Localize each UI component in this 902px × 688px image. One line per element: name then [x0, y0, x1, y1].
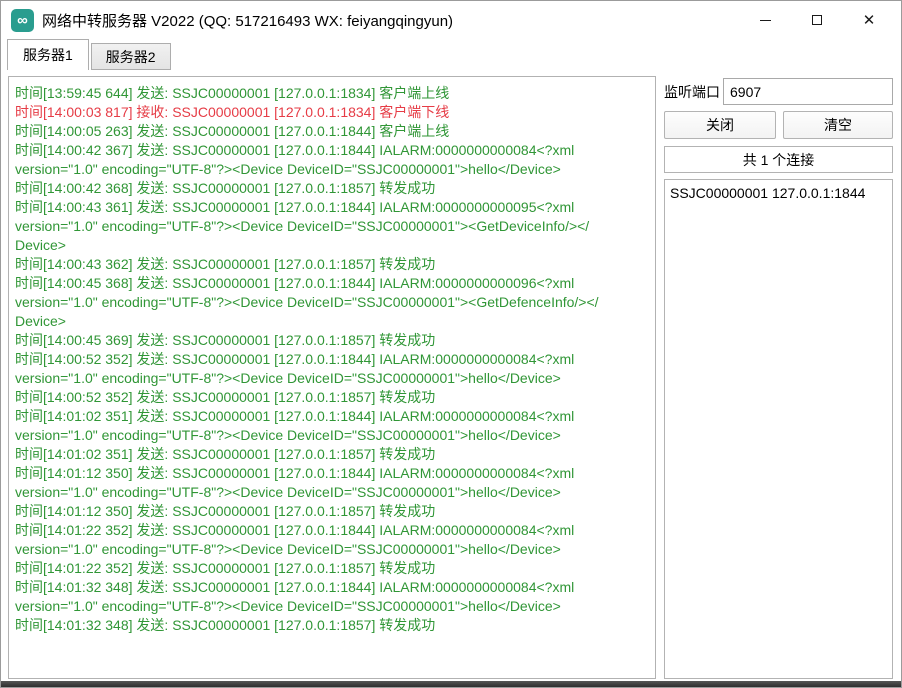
minimize-button[interactable]: [739, 1, 791, 39]
log-line: 时间[14:01:32 348] 发送: SSJC00000001 [127.0…: [15, 616, 649, 635]
window-bottom-border: [1, 681, 901, 687]
log-line: 时间[14:00:52 352] 发送: SSJC00000001 [127.0…: [15, 350, 649, 369]
log-line: 时间[14:01:22 352] 发送: SSJC00000001 [127.0…: [15, 521, 649, 540]
log-line: version="1.0" encoding="UTF-8"?><Device …: [15, 293, 649, 312]
listen-port-input[interactable]: [723, 78, 893, 105]
log-line: version="1.0" encoding="UTF-8"?><Device …: [15, 160, 649, 179]
log-line: 时间[14:01:02 351] 发送: SSJC00000001 [127.0…: [15, 445, 649, 464]
tab-bar: 服务器1服务器2: [7, 39, 173, 70]
maximize-button[interactable]: [791, 1, 843, 39]
maximize-icon: [812, 15, 822, 25]
window-title: 网络中转服务器 V2022 (QQ: 517216493 WX: feiyang…: [42, 10, 453, 31]
log-line: 时间[14:00:43 362] 发送: SSJC00000001 [127.0…: [15, 255, 649, 274]
connection-count-label: 共 1 个连接: [664, 146, 893, 173]
log-line: 时间[14:00:52 352] 发送: SSJC00000001 [127.0…: [15, 388, 649, 407]
connection-list[interactable]: SSJC00000001 127.0.0.1:1844: [664, 179, 893, 679]
log-line: version="1.0" encoding="UTF-8"?><Device …: [15, 369, 649, 388]
titlebar: ∞ 网络中转服务器 V2022 (QQ: 517216493 WX: feiya…: [1, 1, 901, 39]
connection-list-item[interactable]: SSJC00000001 127.0.0.1:1844: [670, 183, 887, 203]
close-server-button[interactable]: 关闭: [664, 111, 776, 139]
log-line: 时间[14:00:05 263] 发送: SSJC00000001 [127.0…: [15, 122, 649, 141]
app-window: ∞ 网络中转服务器 V2022 (QQ: 517216493 WX: feiya…: [0, 0, 902, 688]
tab-server-2[interactable]: 服务器2: [91, 43, 171, 70]
close-icon: ✕: [863, 11, 876, 29]
log-line: 时间[14:00:42 368] 发送: SSJC00000001 [127.0…: [15, 179, 649, 198]
close-window-button[interactable]: ✕: [843, 1, 895, 39]
log-line: 时间[14:01:02 351] 发送: SSJC00000001 [127.0…: [15, 407, 649, 426]
listen-port-label: 监听端口: [664, 78, 722, 105]
log-line: Device>: [15, 236, 649, 255]
log-line: 时间[13:59:45 644] 发送: SSJC00000001 [127.0…: [15, 84, 649, 103]
log-line: 时间[14:01:22 352] 发送: SSJC00000001 [127.0…: [15, 559, 649, 578]
log-line: version="1.0" encoding="UTF-8"?><Device …: [15, 540, 649, 559]
minimize-icon: [760, 20, 771, 21]
tab-server-1[interactable]: 服务器1: [7, 39, 89, 70]
log-line: version="1.0" encoding="UTF-8"?><Device …: [15, 217, 649, 236]
log-line: 时间[14:00:42 367] 发送: SSJC00000001 [127.0…: [15, 141, 649, 160]
log-line: version="1.0" encoding="UTF-8"?><Device …: [15, 597, 649, 616]
log-line: 时间[14:00:03 817] 接收: SSJC00000001 [127.0…: [15, 103, 649, 122]
window-controls: ✕: [739, 1, 895, 39]
log-line: 时间[14:01:12 350] 发送: SSJC00000001 [127.0…: [15, 502, 649, 521]
log-line: version="1.0" encoding="UTF-8"?><Device …: [15, 426, 649, 445]
log-line: 时间[14:00:43 361] 发送: SSJC00000001 [127.0…: [15, 198, 649, 217]
log-line: 时间[14:00:45 368] 发送: SSJC00000001 [127.0…: [15, 274, 649, 293]
log-line: 时间[14:00:45 369] 发送: SSJC00000001 [127.0…: [15, 331, 649, 350]
app-logo-icon: ∞: [11, 9, 34, 32]
log-output-area[interactable]: 时间[13:59:45 644] 发送: SSJC00000001 [127.0…: [8, 76, 656, 679]
log-line: 时间[14:01:32 348] 发送: SSJC00000001 [127.0…: [15, 578, 649, 597]
log-line: 时间[14:01:12 350] 发送: SSJC00000001 [127.0…: [15, 464, 649, 483]
clear-log-button[interactable]: 清空: [783, 111, 893, 139]
log-line: version="1.0" encoding="UTF-8"?><Device …: [15, 483, 649, 502]
log-line: Device>: [15, 312, 649, 331]
